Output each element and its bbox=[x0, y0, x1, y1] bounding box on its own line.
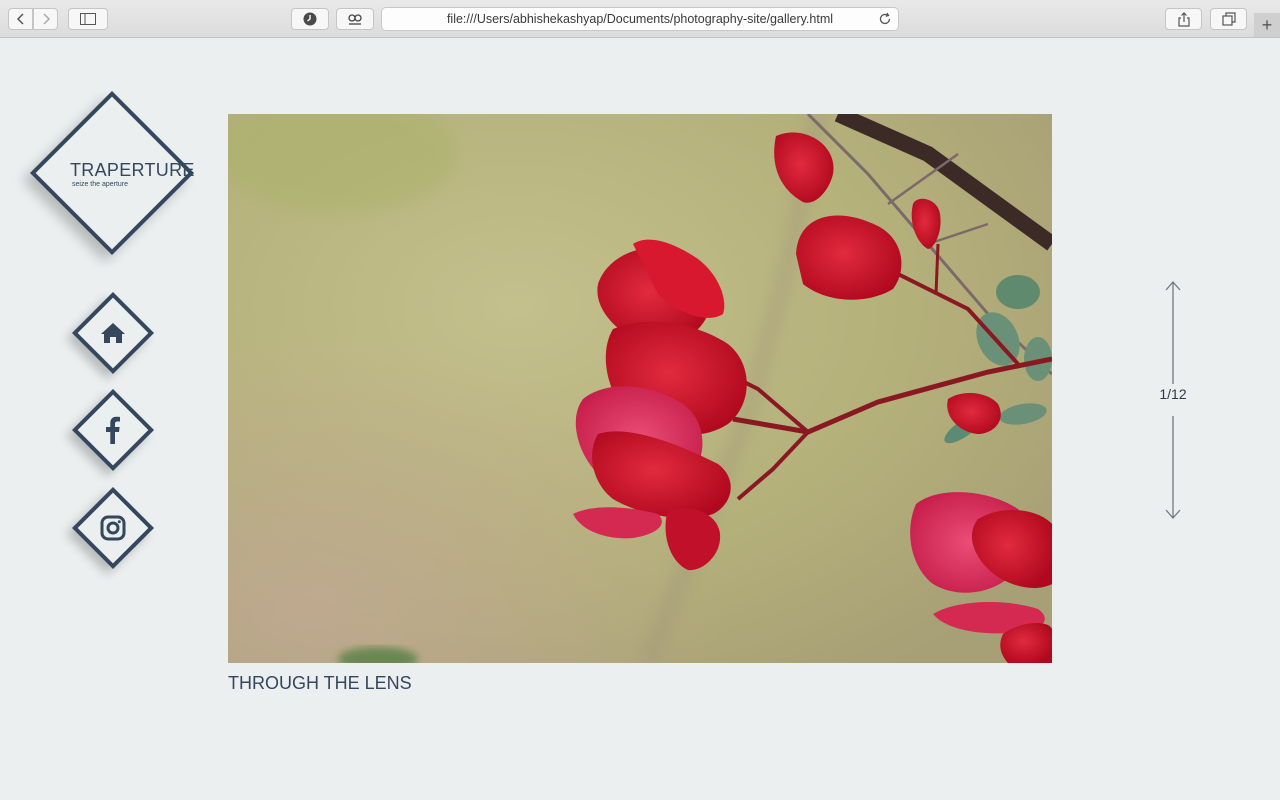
clock-icon bbox=[303, 12, 317, 26]
address-bar[interactable]: file:///Users/abhishekashyap/Documents/p… bbox=[381, 7, 899, 31]
image-counter: 1/12 bbox=[1159, 386, 1187, 402]
next-image-button[interactable] bbox=[1163, 416, 1183, 527]
nav-instagram-button[interactable] bbox=[71, 486, 155, 570]
logo-tagline: seize the aperture bbox=[72, 181, 129, 188]
nav-facebook-button[interactable] bbox=[71, 388, 155, 472]
history-button[interactable] bbox=[291, 8, 329, 30]
flower-photo-image bbox=[228, 114, 1052, 663]
logo-title: TRAPERTURE bbox=[70, 160, 195, 180]
share-button[interactable] bbox=[1165, 8, 1202, 30]
back-button[interactable] bbox=[8, 8, 33, 30]
arrow-up-icon bbox=[1165, 281, 1181, 384]
sidebar-icon bbox=[80, 13, 96, 25]
instagram-icon bbox=[100, 515, 126, 541]
reload-button[interactable] bbox=[878, 12, 892, 31]
url-text: file:///Users/abhishekashyap/Documents/p… bbox=[446, 12, 834, 26]
forward-button[interactable] bbox=[33, 8, 58, 30]
nav-home-button[interactable] bbox=[71, 291, 155, 375]
gallery-photo bbox=[228, 114, 1052, 663]
tabs-button[interactable] bbox=[1210, 8, 1247, 30]
previous-image-button[interactable] bbox=[1163, 280, 1183, 391]
browser-toolbar: file:///Users/abhishekashyap/Documents/p… bbox=[0, 0, 1280, 38]
reload-icon bbox=[879, 12, 891, 25]
chevron-left-icon bbox=[16, 13, 24, 25]
tabs-icon bbox=[1221, 12, 1236, 26]
chevron-right-icon bbox=[42, 13, 50, 25]
private-button[interactable] bbox=[336, 8, 374, 30]
gallery-caption: THROUGH THE LENS bbox=[228, 673, 412, 693]
incognito-icon bbox=[348, 14, 362, 25]
site-logo[interactable]: TRAPERTURE seize the aperture bbox=[29, 90, 196, 257]
arrow-down-icon bbox=[1165, 416, 1181, 519]
home-icon bbox=[101, 323, 125, 343]
new-tab-button[interactable]: + bbox=[1254, 13, 1280, 37]
sidebar-toggle-button[interactable] bbox=[68, 8, 108, 30]
facebook-icon bbox=[106, 416, 120, 444]
share-icon bbox=[1177, 11, 1190, 27]
